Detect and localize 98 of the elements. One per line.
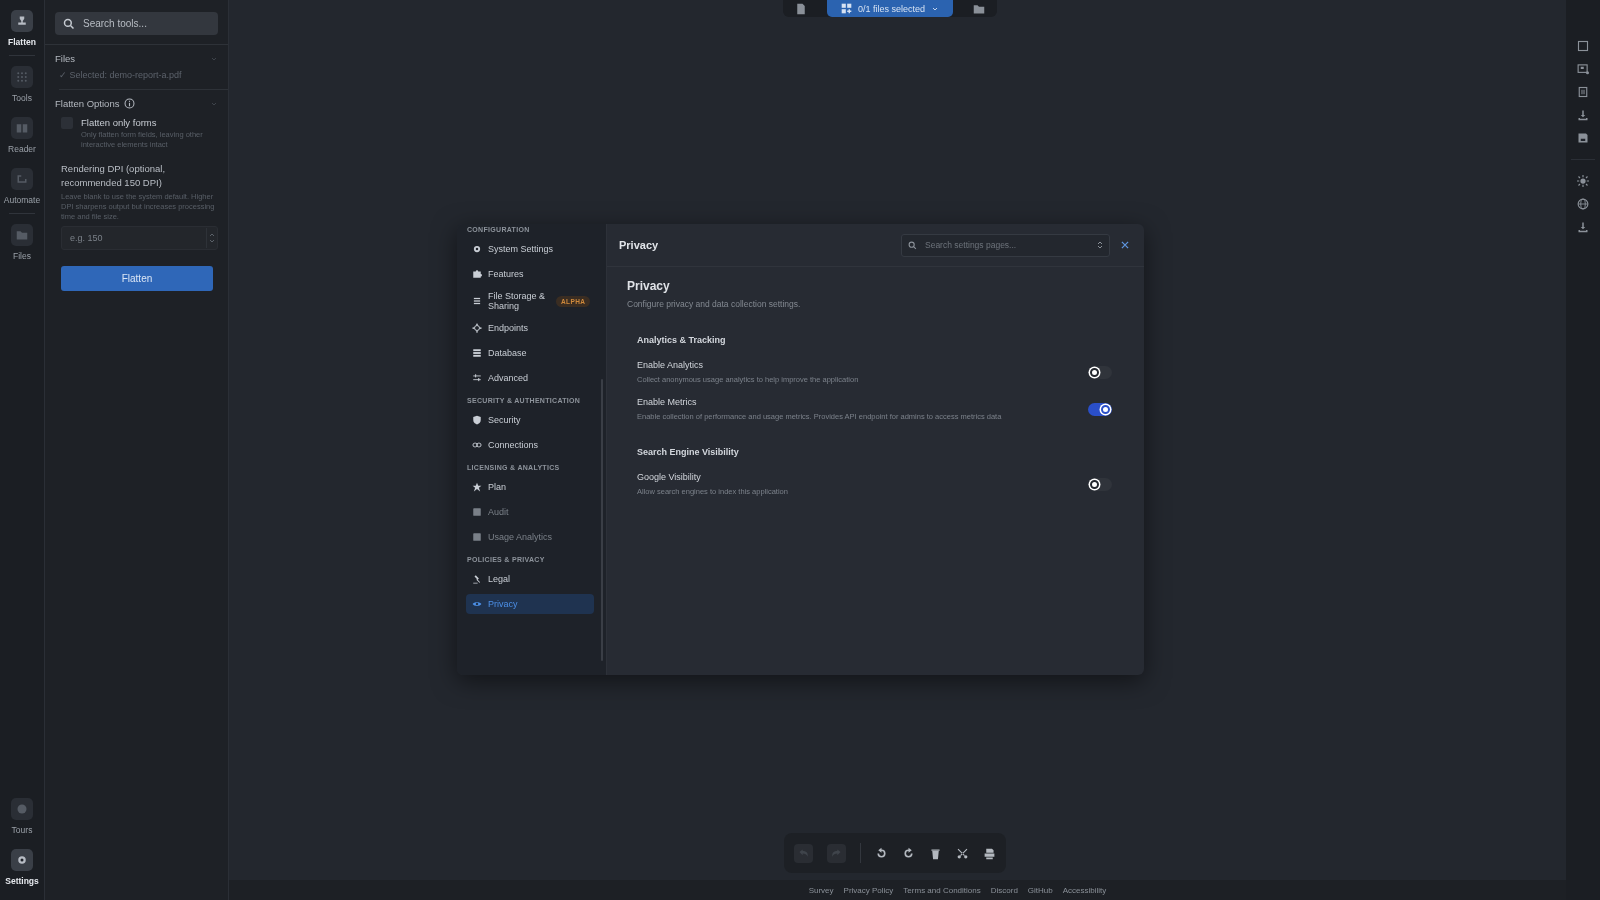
link-icon xyxy=(472,440,482,450)
theme-button[interactable] xyxy=(1577,175,1589,187)
footer-link[interactable]: Terms and Conditions xyxy=(903,885,981,895)
section-title: Files xyxy=(55,53,76,64)
download-icon xyxy=(1577,221,1589,233)
globe-icon xyxy=(1577,198,1589,210)
gavel-icon xyxy=(472,574,482,584)
toggle-switch[interactable] xyxy=(1088,477,1112,491)
nav-item[interactable]: Privacy xyxy=(466,594,594,614)
printer-button[interactable] xyxy=(983,846,996,860)
toggle-switch[interactable] xyxy=(1088,365,1112,379)
star-icon xyxy=(472,482,482,492)
crosshair-icon xyxy=(472,323,482,333)
folder-icon xyxy=(16,229,28,241)
footer-link[interactable]: GitHub xyxy=(1027,885,1053,895)
toggle-switch[interactable] xyxy=(1088,402,1112,416)
rail-item[interactable]: Settings xyxy=(0,849,44,886)
scissors-icon xyxy=(956,846,969,860)
search-input[interactable]: Search settings pages... xyxy=(923,239,1091,251)
nav-item[interactable]: Connections xyxy=(466,435,594,455)
book-icon xyxy=(16,122,28,134)
rail-item[interactable]: Reader xyxy=(0,117,44,154)
nav-item[interactable]: Endpoints xyxy=(466,318,594,338)
rail-item[interactable]: Files xyxy=(0,224,44,261)
language-button[interactable] xyxy=(1577,198,1589,210)
redo-icon xyxy=(827,843,846,863)
file-icon xyxy=(795,2,807,15)
save-icon xyxy=(1577,132,1589,144)
section-title: Flatten Options xyxy=(55,98,120,109)
number-field[interactable]: e.g. 150 xyxy=(61,226,218,251)
printer-icon xyxy=(983,846,996,860)
trash-icon xyxy=(1577,86,1589,98)
nav-item[interactable]: Legal xyxy=(466,569,594,589)
shield-icon xyxy=(472,415,482,425)
rail-item[interactable]: Tools xyxy=(0,66,44,103)
page-subtitle: Configure privacy and data collection settings. xyxy=(627,299,802,309)
download-button[interactable] xyxy=(1577,109,1589,121)
nav-item[interactable]: System Settings xyxy=(466,239,594,259)
search-field[interactable]: Search tools... xyxy=(55,12,218,35)
square-button[interactable] xyxy=(1577,40,1589,52)
info-icon xyxy=(124,98,136,109)
rail-item[interactable]: Automate xyxy=(0,168,44,205)
nav-item[interactable]: Advanced xyxy=(466,368,594,388)
sun-icon xyxy=(1577,175,1589,187)
file-selector[interactable]: 0/1 files selected xyxy=(827,0,954,17)
nav-item[interactable]: Plan xyxy=(466,477,594,497)
scissors-button[interactable] xyxy=(956,846,969,860)
number-input[interactable]: e.g. 150 xyxy=(62,232,206,245)
trash-button[interactable] xyxy=(929,846,942,860)
undo-icon xyxy=(794,843,813,863)
download-button[interactable] xyxy=(1577,221,1589,233)
setting-label: Enable Analytics xyxy=(637,360,705,370)
selected-file: ✓ Selected: demo-report-a.pdf xyxy=(59,70,183,80)
rotate-right-button[interactable] xyxy=(902,846,915,860)
spinner-icon[interactable] xyxy=(206,228,217,249)
field-label: Rendering DPI (optional, recommended 150 DPI) xyxy=(61,162,167,190)
rotate-left-button[interactable] xyxy=(875,846,888,860)
rail-item[interactable]: Tours xyxy=(0,798,44,835)
trash-button[interactable] xyxy=(1577,86,1589,98)
list-icon xyxy=(472,296,482,306)
footer-link[interactable]: Accessibility xyxy=(1062,885,1107,895)
grid-icon xyxy=(16,71,28,83)
group-title: Search Engine Visibility xyxy=(637,447,740,457)
square-icon xyxy=(1577,40,1589,52)
download-icon xyxy=(1577,109,1589,121)
close-icon xyxy=(1120,239,1130,250)
nav-item[interactable]: Security xyxy=(466,410,594,430)
stamp-icon xyxy=(16,15,28,27)
trash-icon xyxy=(929,846,942,860)
flatten-button[interactable]: Flatten xyxy=(61,266,213,292)
setting-label: Google Visibility xyxy=(637,472,702,482)
spinner-icon xyxy=(1097,240,1103,250)
rotate-right-icon xyxy=(902,846,915,860)
grid-plus-icon xyxy=(841,3,852,14)
footer-link[interactable]: Privacy Policy xyxy=(843,885,894,895)
puzzle-icon xyxy=(472,269,482,279)
image-icon xyxy=(1577,63,1589,75)
search-icon xyxy=(63,17,75,30)
dialog-title: Privacy xyxy=(619,239,660,251)
nav-item[interactable]: Features xyxy=(466,264,594,284)
rail-item[interactable]: Flatten xyxy=(0,10,44,47)
database-icon xyxy=(472,348,482,358)
eye-icon xyxy=(472,599,482,609)
setting-label: Enable Metrics xyxy=(637,397,698,407)
image-button[interactable] xyxy=(1577,63,1589,75)
page-title: Privacy xyxy=(627,279,671,293)
search-input[interactable]: Search tools... xyxy=(81,17,205,30)
rotate-left-icon xyxy=(875,846,888,860)
nav-item[interactable]: Database xyxy=(466,343,594,363)
footer-link[interactable]: Discord xyxy=(990,885,1018,895)
sliders-icon xyxy=(472,373,482,383)
group-title: Analytics & Tracking xyxy=(637,335,727,345)
search-icon xyxy=(908,240,917,250)
search-field[interactable]: Search settings pages... xyxy=(901,233,1110,257)
footer-link[interactable]: Survey xyxy=(808,885,834,895)
checkbox-label: Flatten only forms xyxy=(81,117,158,128)
folder-icon xyxy=(973,2,986,15)
save-button[interactable] xyxy=(1577,132,1589,144)
